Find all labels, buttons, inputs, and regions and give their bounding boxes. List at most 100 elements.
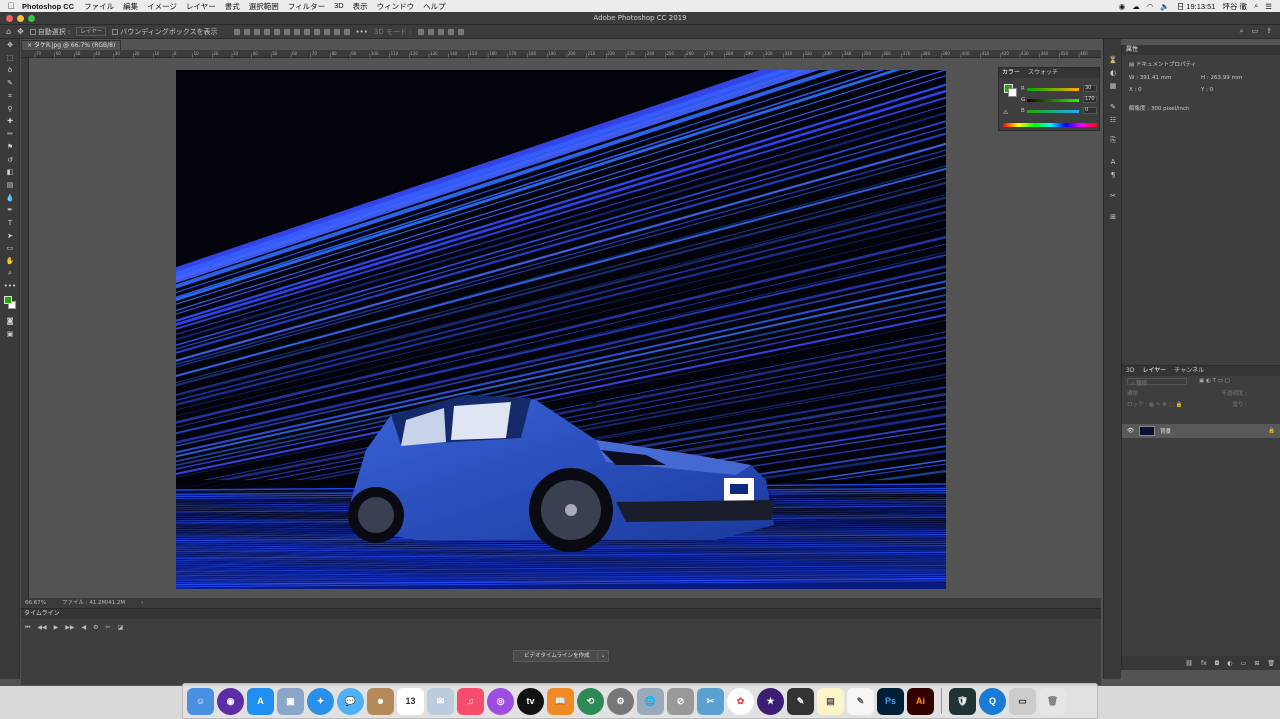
- illustrator-icon[interactable]: Ai: [907, 687, 934, 715]
- trash-icon[interactable]: 🗑: [1267, 660, 1275, 667]
- clone-source-icon[interactable]: ⎘: [1104, 134, 1122, 147]
- warning-icon[interactable]: ⚠: [1003, 109, 1008, 116]
- go-first-frame-icon[interactable]: ⏮: [25, 624, 30, 632]
- menu-item-3[interactable]: レイヤー: [186, 1, 216, 12]
- more-options-icon[interactable]: •••: [356, 28, 368, 36]
- document-canvas-image[interactable]: [176, 70, 946, 589]
- finder-icon[interactable]: ☺: [187, 687, 214, 715]
- security-app-icon[interactable]: 🛡: [949, 687, 976, 715]
- brush-settings-icon[interactable]: ☷: [1104, 113, 1122, 126]
- red-slider[interactable]: R 30: [1021, 85, 1099, 92]
- green-value[interactable]: 170: [1083, 96, 1097, 103]
- trash-icon[interactable]: 🗑: [1039, 687, 1066, 715]
- auto-select-checkbox[interactable]: 自動選択 :: [29, 27, 70, 37]
- color-swatches[interactable]: [0, 293, 20, 315]
- move-tool-icon[interactable]: ✥: [17, 27, 24, 36]
- adjustment-layer-icon[interactable]: ◐: [1227, 660, 1232, 667]
- horizontal-ruler[interactable]: 70 60 50 40 30 20 10 0 10 20 30 40 50 60 70 80 90 100 110 1…: [21, 50, 1101, 58]
- new-group-icon[interactable]: ▭: [1241, 660, 1247, 667]
- contacts-icon[interactable]: ☻: [367, 687, 394, 715]
- eye-icon[interactable]: 👁: [1127, 428, 1134, 434]
- tool-presets-icon[interactable]: ✂: [1104, 189, 1122, 202]
- tab-3d[interactable]: 3D: [1126, 366, 1134, 376]
- gradient-tool-icon[interactable]: ▤: [0, 179, 20, 192]
- textedit-icon[interactable]: ✎: [847, 687, 874, 715]
- close-tab-icon[interactable]: ×: [27, 42, 32, 49]
- spotlight-icon[interactable]: ⌕: [1254, 1, 1258, 11]
- safari-icon[interactable]: ✦: [307, 687, 334, 715]
- healing-brush-tool-icon[interactable]: ✚: [0, 115, 20, 128]
- apple-icon[interactable]: : [0, 1, 22, 11]
- podcasts-icon[interactable]: ◎: [487, 687, 514, 715]
- layer-row-background[interactable]: 👁 背景 🔒: [1122, 424, 1280, 438]
- split-icon[interactable]: ✂: [106, 624, 111, 632]
- workspace-icon[interactable]: ▭: [1252, 27, 1259, 36]
- rectangle-tool-icon[interactable]: ▭: [0, 242, 20, 255]
- auto-select-dropdown[interactable]: レイヤー: [76, 27, 107, 36]
- more-tools-icon[interactable]: •••: [0, 280, 20, 293]
- tab-color[interactable]: カラー: [1002, 68, 1020, 78]
- eyedropper-tool-icon[interactable]: ⚲: [0, 102, 20, 115]
- quicktime-icon[interactable]: Q: [979, 687, 1006, 715]
- link-layers-icon[interactable]: ⛓: [1185, 660, 1193, 667]
- blend-mode-dropdown[interactable]: 通常: [1127, 389, 1138, 397]
- history-panel-icon[interactable]: ⌛: [1104, 53, 1122, 66]
- blue-slider[interactable]: B 0: [1021, 107, 1099, 114]
- add-mask-icon[interactable]: ◘: [1215, 660, 1220, 667]
- tab-swatches[interactable]: スウォッチ: [1028, 68, 1058, 78]
- clone-stamp-tool-icon[interactable]: ⚑: [0, 141, 20, 154]
- siri-icon[interactable]: ◉: [217, 687, 244, 715]
- previous-frame-icon[interactable]: ◀◀: [37, 624, 46, 632]
- wifi-icon[interactable]: ◠: [1147, 2, 1154, 11]
- audio-icon[interactable]: ◀: [82, 624, 87, 632]
- menu-item-8[interactable]: 表示: [353, 1, 368, 12]
- search-icon[interactable]: ⌕: [1240, 27, 1244, 36]
- system-preferences-icon[interactable]: ⚙: [607, 687, 634, 715]
- brush-tool-icon[interactable]: ✏: [0, 128, 20, 141]
- imovie-icon[interactable]: ★: [757, 687, 784, 715]
- doc-width[interactable]: W : 391.41 mm: [1129, 75, 1201, 81]
- settings-icon[interactable]: ⚙: [93, 624, 98, 632]
- history-brush-tool-icon[interactable]: ↺: [0, 153, 20, 166]
- quick-mask-icon[interactable]: ◙: [0, 315, 20, 328]
- vertical-ruler[interactable]: [21, 58, 29, 598]
- creative-cloud-icon[interactable]: ☁: [1132, 2, 1140, 11]
- create-video-timeline-button[interactable]: ビデオタイムラインを作成: [513, 650, 601, 662]
- next-frame-icon[interactable]: ▶▶: [65, 624, 74, 632]
- align-buttons[interactable]: [233, 28, 350, 35]
- script-editor-icon[interactable]: ✎: [787, 687, 814, 715]
- messages-icon[interactable]: 💬: [337, 687, 364, 715]
- type-tool-icon[interactable]: T: [0, 217, 20, 230]
- blur-tool-icon[interactable]: 💧: [0, 191, 20, 204]
- apple-tv-icon[interactable]: tv: [517, 687, 544, 715]
- eraser-tool-icon[interactable]: ◧: [0, 166, 20, 179]
- minimized-window-icon[interactable]: ▭: [1009, 687, 1036, 715]
- menu-item-9[interactable]: ウィンドウ: [377, 1, 415, 12]
- red-value[interactable]: 30: [1083, 85, 1097, 92]
- close-window-button[interactable]: [6, 15, 13, 22]
- fill-label[interactable]: 塗り :: [1232, 400, 1247, 408]
- menu-item-10[interactable]: ヘルプ: [423, 1, 446, 12]
- adjustments-panel-icon[interactable]: ◐: [1104, 66, 1122, 79]
- blue-value[interactable]: 0: [1083, 107, 1097, 114]
- menu-item-1[interactable]: 編集: [123, 1, 138, 12]
- time-machine-icon[interactable]: ⟲: [577, 687, 604, 715]
- tab-layers[interactable]: レイヤー: [1142, 366, 1166, 376]
- status-expand-icon[interactable]: ›: [141, 598, 143, 608]
- lasso-tool-icon[interactable]: ꝺ: [0, 64, 20, 77]
- volume-icon[interactable]: 🔈: [1160, 2, 1169, 11]
- calendar-icon[interactable]: 13: [397, 687, 424, 715]
- home-icon[interactable]: ⌂: [6, 27, 11, 36]
- books-icon[interactable]: 📖: [547, 687, 574, 715]
- background-color-chip[interactable]: [1008, 88, 1017, 97]
- paragraph-panel-icon[interactable]: ¶: [1104, 168, 1122, 181]
- layer-filter-kind[interactable]: ⌕ 種類: [1127, 378, 1187, 387]
- doc-x[interactable]: X : 0: [1129, 87, 1201, 93]
- screen-mode-icon[interactable]: ▣: [0, 327, 20, 340]
- menubar-status-icon[interactable]: ◉: [1119, 2, 1126, 11]
- app-store-icon[interactable]: A: [247, 687, 274, 715]
- glyphs-panel-icon[interactable]: ⊞: [1104, 210, 1122, 223]
- path-select-tool-icon[interactable]: ➤: [0, 229, 20, 242]
- new-layer-icon[interactable]: ⊞: [1254, 660, 1259, 667]
- notes-icon[interactable]: ▤: [817, 687, 844, 715]
